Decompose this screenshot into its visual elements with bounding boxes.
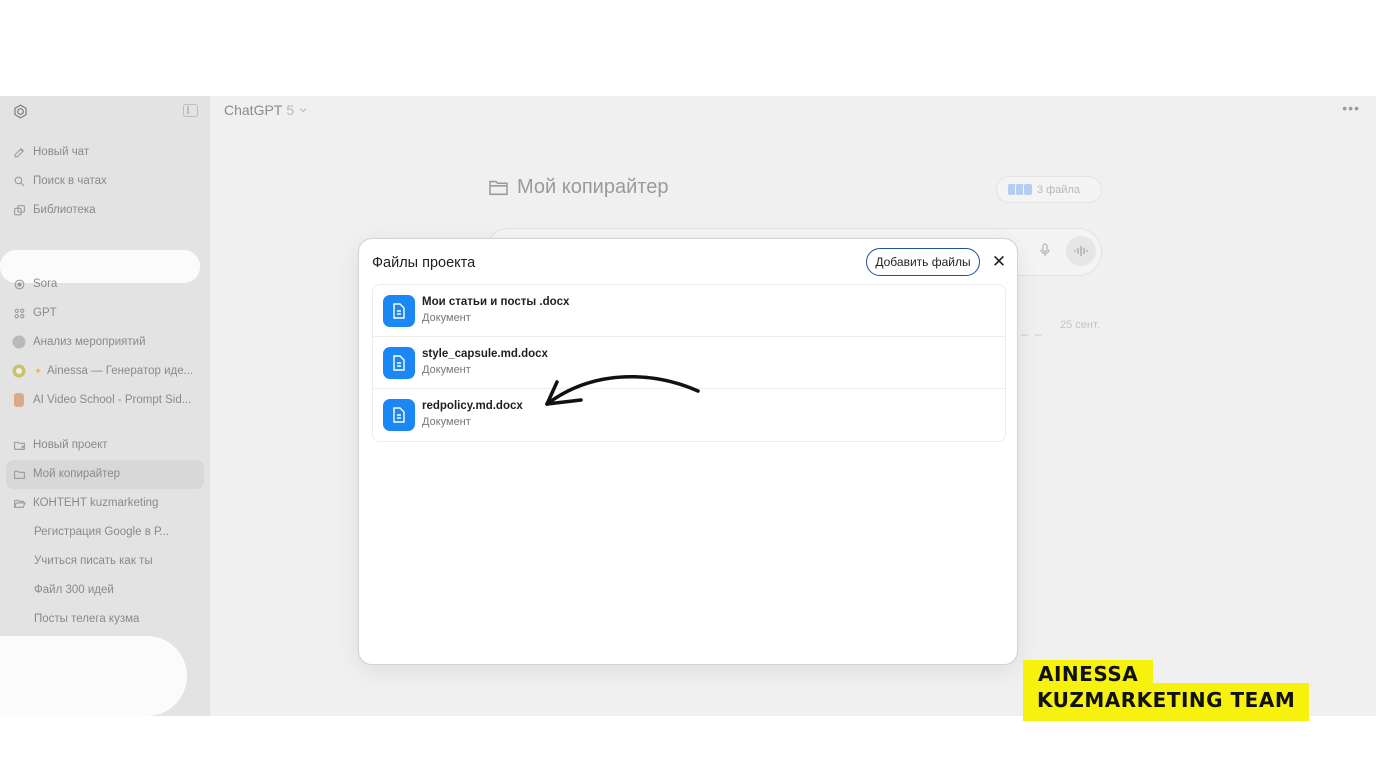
chat-title-truncated: _ _	[1021, 322, 1044, 336]
sidebar: Новый чат Поиск в чатах Библиотека Sora	[0, 96, 210, 716]
sidebar-item-gpt[interactable]: GPT	[12, 303, 57, 323]
project-title-text: Мой копирайтер	[517, 176, 669, 198]
sidebar-item-label: Sora	[33, 278, 58, 290]
edit-icon	[12, 145, 26, 159]
file-name: redpolicy.md.docx	[422, 400, 523, 412]
search-icon	[12, 174, 26, 188]
sidebar-item-label: Файл 300 идей	[34, 584, 114, 596]
file-row[interactable]: Мои статьи и посты .docx Документ	[373, 285, 1005, 337]
document-icon	[383, 295, 415, 327]
model-name: ChatGPT	[224, 102, 283, 118]
sidebar-item-label: Новый проект	[33, 439, 108, 451]
gpt-avatar-icon	[12, 364, 26, 378]
file-type: Документ	[422, 312, 471, 324]
sidebar-item-label: Регистрация Google в Р...	[34, 526, 170, 538]
sidebar-gpt-analysis[interactable]: Анализ мероприятий	[12, 332, 146, 352]
project-files-chip[interactable]: 3 файла	[996, 176, 1102, 203]
model-version: 5	[286, 102, 295, 118]
project-files-modal: Файлы проекта Добавить файлы ✕ Мои стать…	[358, 238, 1018, 665]
project-title: Мой копирайтер	[488, 176, 668, 199]
sidebar-chat-item[interactable]: Посты телега кузма	[34, 609, 139, 629]
chevron-down-icon	[299, 108, 307, 113]
folder-open-icon	[12, 496, 26, 510]
file-stack-icon	[1007, 183, 1033, 196]
sidebar-project-content[interactable]: КОНТЕНТ kuzmarketing	[12, 493, 158, 513]
sidebar-gpt-ai-video-school[interactable]: AI Video School - Prompt Sid...	[12, 390, 191, 410]
sidebar-project-new[interactable]: Новый проект	[12, 435, 108, 455]
grid-icon	[12, 306, 26, 320]
add-files-button[interactable]: Добавить файлы	[866, 248, 980, 276]
file-list: Мои статьи и посты .docx Документ style_…	[372, 284, 1006, 442]
sidebar-bottom-pill	[0, 636, 187, 716]
voice-mode-icon[interactable]	[1066, 236, 1096, 266]
sidebar-item-label: Библиотека	[33, 204, 96, 216]
sidebar-chat-item[interactable]: Регистрация Google в Р...	[34, 522, 169, 542]
sidebar-chat-item[interactable]: Учиться писать как ты	[34, 551, 153, 571]
sidebar-item-label: Посты телега кузма	[34, 613, 140, 625]
sidebar-item-new-chat[interactable]: Новый чат	[12, 142, 89, 162]
folder-icon	[12, 467, 26, 481]
gpt-avatar-icon	[12, 393, 26, 407]
sidebar-project-my-copywriter[interactable]: Мой копирайтер	[12, 464, 120, 484]
sidebar-top	[12, 103, 198, 119]
file-type: Документ	[422, 364, 471, 376]
sidebar-toggle-icon[interactable]	[183, 104, 198, 117]
sidebar-item-label: Новый чат	[33, 146, 90, 158]
sora-icon	[12, 277, 26, 291]
sidebar-item-sora[interactable]: Sora	[12, 274, 57, 294]
model-selector[interactable]: ChatGPT 5	[224, 102, 308, 118]
gpt-avatar-icon	[12, 335, 26, 349]
file-name: Мои статьи и посты .docx	[422, 296, 570, 308]
sidebar-item-search[interactable]: Поиск в чатах	[12, 171, 107, 191]
sidebar-item-label: Учиться писать как ты	[34, 555, 153, 567]
file-type: Документ	[422, 416, 471, 428]
more-dots-icon[interactable]: •••	[1342, 100, 1360, 116]
watermark-line-2: KUZMARKETING TEAM	[1023, 683, 1310, 721]
file-name: style_capsule.md.docx	[422, 348, 548, 360]
spark-icon: ✦	[34, 365, 42, 376]
sidebar-item-library[interactable]: Библиотека	[12, 200, 96, 220]
annotation-arrow-icon	[545, 374, 700, 406]
sidebar-item-label: КОНТЕНТ kuzmarketing	[33, 497, 159, 509]
sidebar-item-label: Поиск в чатах	[33, 175, 107, 187]
sidebar-item-label: GPT	[33, 307, 57, 319]
sidebar-gpt-ainessa[interactable]: ✦ Ainessa — Генератор иде...	[12, 361, 193, 381]
new-folder-icon	[12, 438, 26, 452]
document-icon	[383, 399, 415, 431]
microphone-icon[interactable]	[1039, 243, 1051, 260]
modal-title: Файлы проекта	[372, 255, 476, 271]
sidebar-item-label: Мой копирайтер	[33, 468, 121, 480]
folder-icon	[489, 180, 508, 196]
sidebar-item-label: Анализ мероприятий	[33, 336, 146, 348]
sidebar-item-label: Ainessa — Генератор иде...	[47, 365, 194, 377]
document-icon	[383, 347, 415, 379]
openai-logo-icon[interactable]	[12, 103, 29, 120]
sidebar-item-label: AI Video School - Prompt Sid...	[33, 394, 192, 406]
files-chip-label: 3 файла	[1037, 183, 1081, 196]
sidebar-chat-item[interactable]: Файл 300 идей	[34, 580, 114, 600]
close-icon[interactable]: ✕	[989, 252, 1009, 272]
library-icon	[12, 203, 26, 217]
chat-date: 25 сент.	[1060, 319, 1100, 331]
